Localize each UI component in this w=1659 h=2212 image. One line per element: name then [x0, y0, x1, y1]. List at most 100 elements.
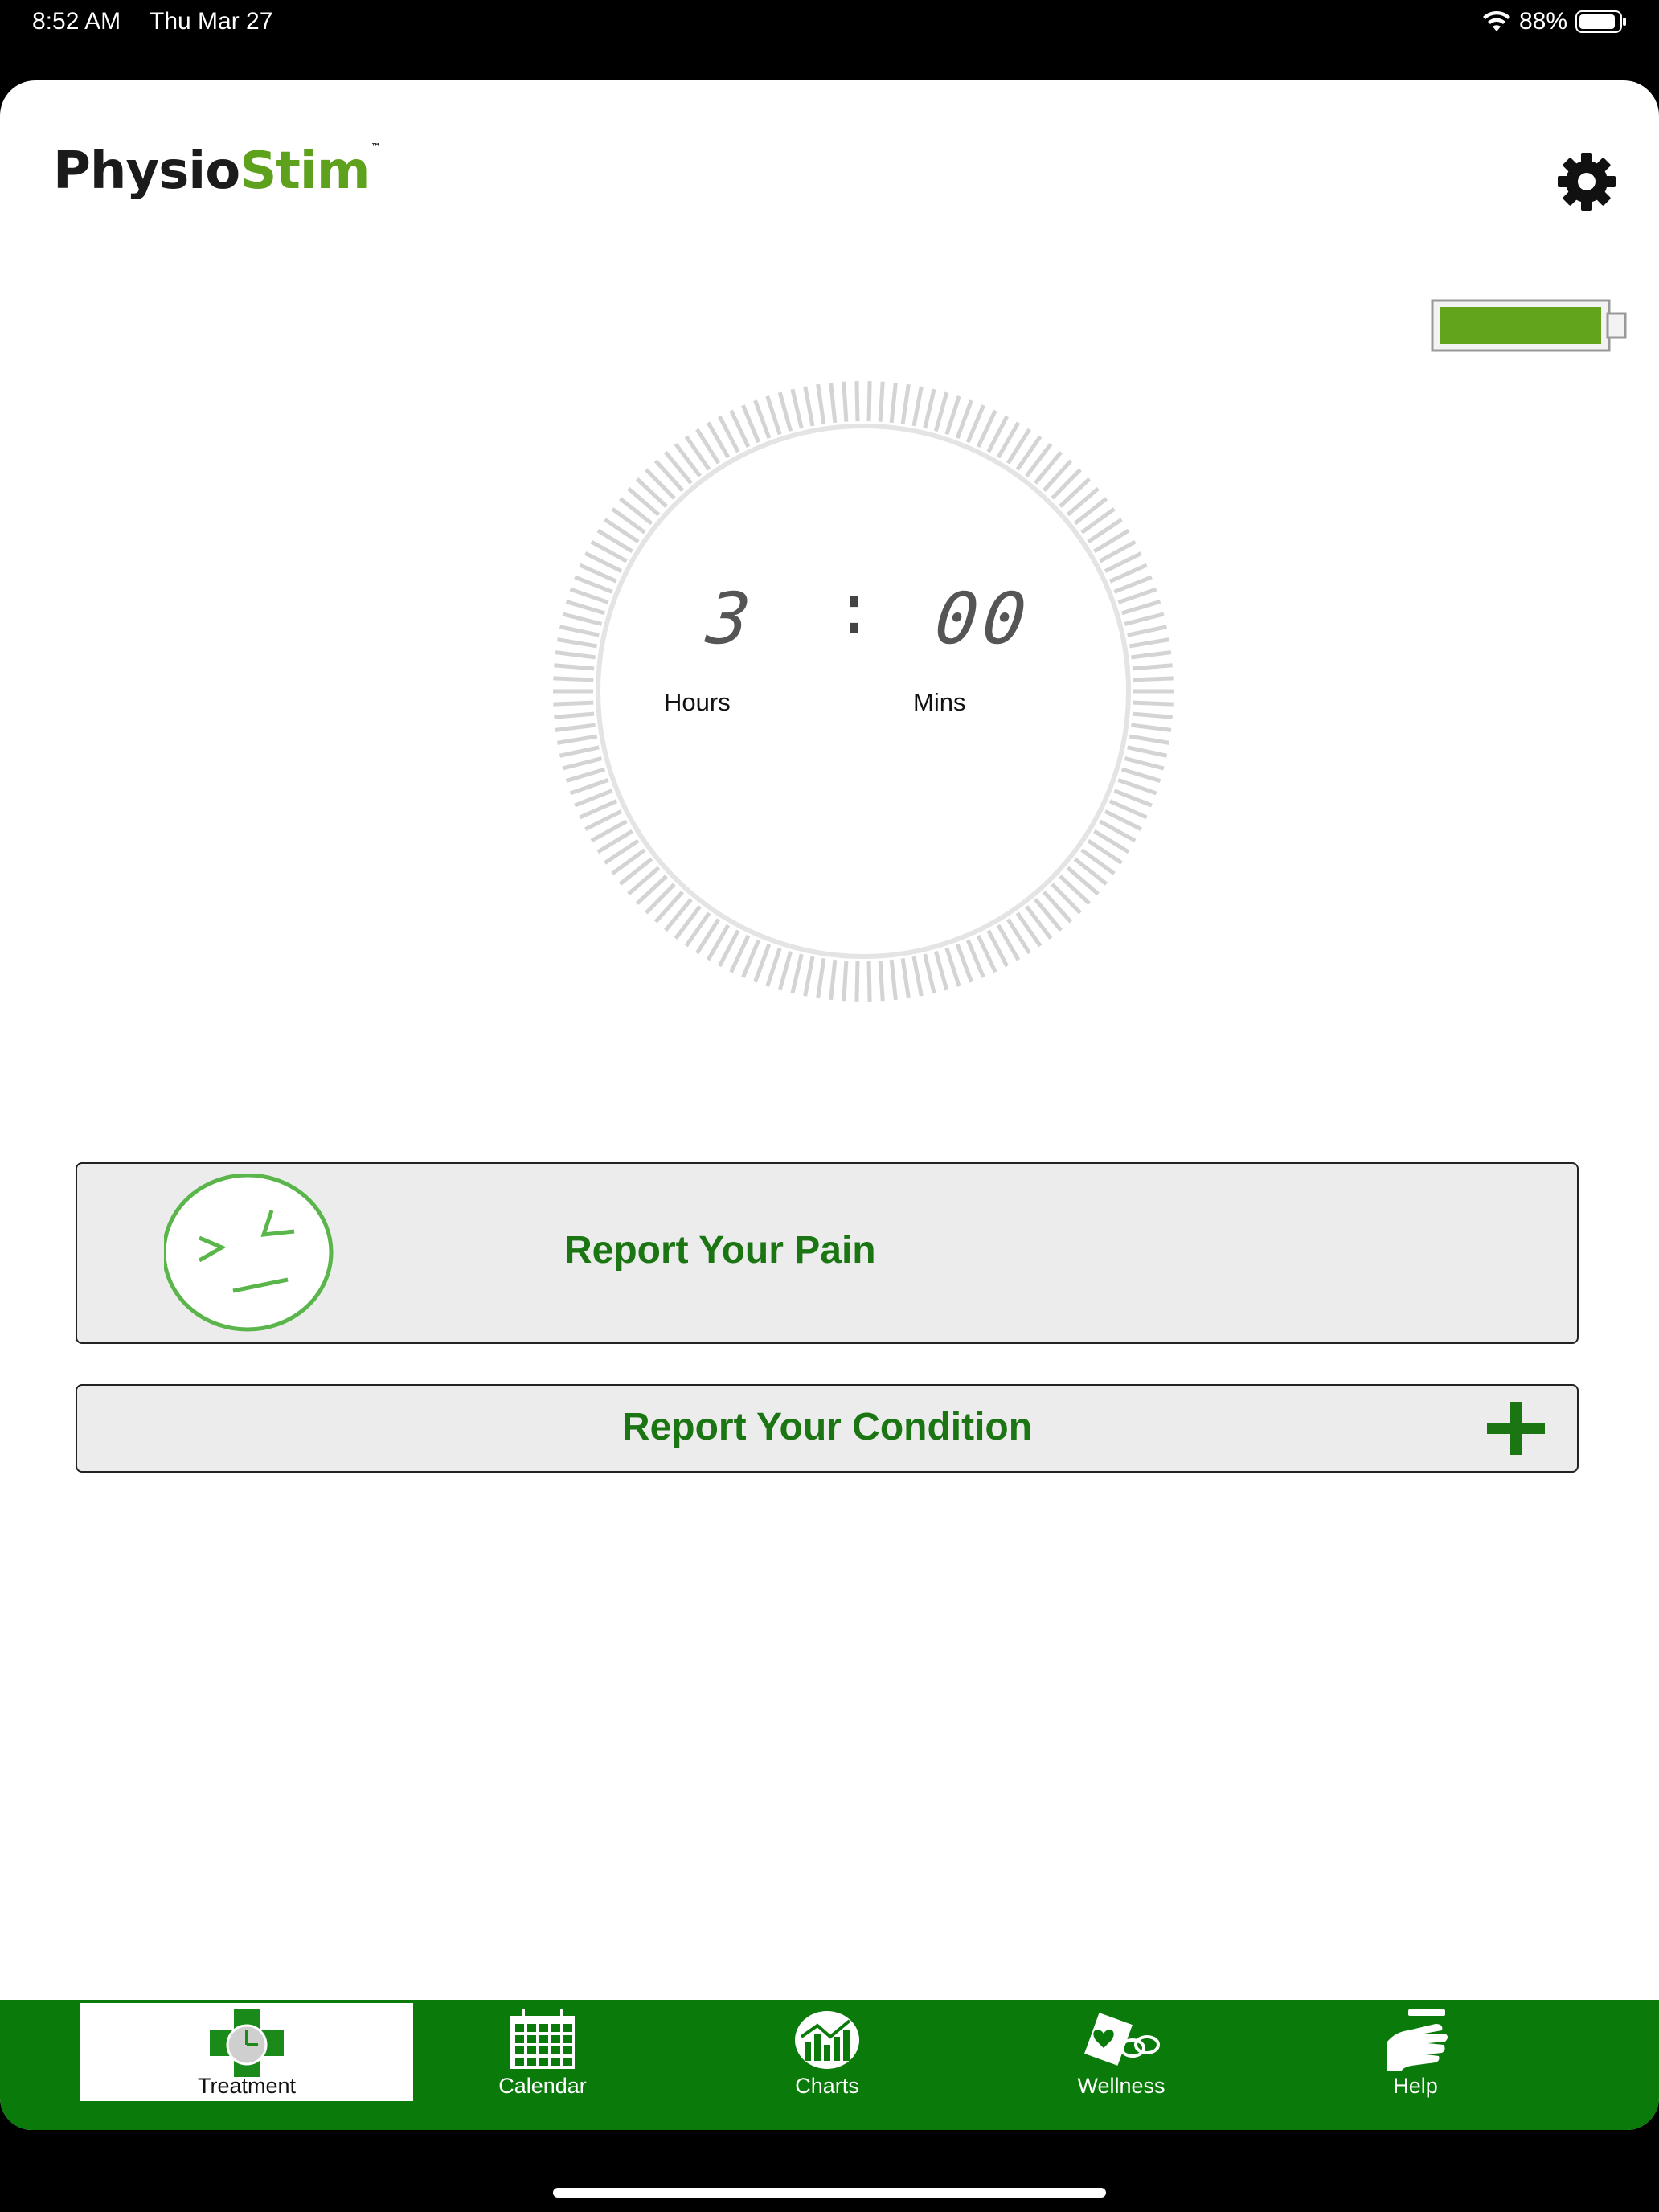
tab-charts[interactable]: Charts	[735, 2003, 920, 2101]
app-screen: PhysioStim ™ 3 : 00 Hours Mins Report Yo…	[0, 80, 1659, 2130]
dial-tick	[803, 386, 815, 427]
dial-tick	[889, 959, 898, 1001]
dial-tick	[1129, 637, 1170, 649]
dial-tick	[829, 959, 838, 1001]
dial-tick	[944, 395, 961, 436]
dial-tick	[866, 961, 872, 1002]
dial-tick	[1132, 711, 1173, 719]
tab-wellness-label: Wellness	[1077, 2074, 1165, 2098]
dial-tick	[1120, 600, 1161, 616]
dial-tick	[553, 676, 594, 682]
dial-tick	[816, 383, 826, 424]
physiostim-logo: PhysioStim ™	[53, 141, 381, 201]
dial-tick	[1124, 756, 1165, 771]
status-battery-percent: 88%	[1518, 8, 1567, 35]
dial-tick	[923, 953, 936, 994]
dial-tick	[1113, 789, 1153, 808]
dial-tick	[1127, 745, 1168, 758]
dial-tick	[554, 663, 595, 671]
dial-tick	[565, 767, 606, 783]
dial-tick	[1133, 676, 1174, 682]
device-battery-indicator	[1431, 299, 1627, 352]
dial-tick	[955, 399, 973, 439]
dial-tick	[1117, 778, 1157, 796]
dial-tick	[562, 756, 603, 771]
dial-tick	[1132, 663, 1173, 671]
dial-tick	[842, 961, 849, 1002]
dial-tick	[565, 600, 606, 616]
timer-separator: :	[833, 567, 880, 650]
tab-wellness[interactable]: Wellness	[1029, 2003, 1214, 2101]
dial-tick	[765, 395, 782, 436]
dial-tick	[556, 637, 598, 649]
dial-tick	[842, 381, 849, 422]
tab-treatment-label: Treatment	[197, 2074, 297, 2098]
timer-hours-display: 3	[703, 577, 760, 660]
dial-tick	[1131, 650, 1172, 660]
home-indicator[interactable]	[553, 2188, 1106, 2198]
dial-tick	[803, 956, 815, 997]
settings-gear-icon[interactable]	[1555, 150, 1619, 214]
dial-tick	[555, 650, 596, 660]
logo-text-physio: Physio	[53, 141, 240, 201]
hours-label: Hours	[664, 688, 731, 716]
dial-tick	[923, 388, 936, 429]
dial-tick	[955, 944, 973, 983]
dial-tick	[1124, 612, 1165, 626]
logo-trademark: ™	[371, 141, 381, 153]
dial-tick	[1127, 625, 1168, 637]
dial-tick	[555, 723, 596, 732]
dial-tick	[889, 382, 898, 424]
dial-tick	[816, 958, 826, 999]
bottom-tab-bar: Treatment Calendar Charts Wellness Help	[0, 2000, 1659, 2130]
tab-help[interactable]: Help	[1323, 2003, 1508, 2101]
dial-tick	[569, 587, 609, 604]
dial-tick	[753, 944, 772, 983]
status-battery-icon	[1575, 10, 1626, 33]
dial-tick	[765, 947, 782, 987]
dial-tick	[1117, 587, 1157, 604]
dial-tick	[933, 950, 949, 991]
dial-tick	[790, 953, 804, 994]
report-pain-button[interactable]: Report Your Pain	[76, 1162, 1579, 1344]
dial-tick	[569, 778, 609, 796]
dial-tick	[911, 386, 924, 427]
report-pain-label: Report Your Pain	[564, 1229, 876, 1272]
logo-text-stim: Stim	[240, 141, 370, 201]
help-hand-icon	[1387, 2009, 1448, 2071]
wellness-icon	[1084, 2013, 1160, 2066]
report-condition-button[interactable]: Report Your Condition	[76, 1384, 1579, 1473]
report-condition-label: Report Your Condition	[621, 1406, 1033, 1448]
dial-tick	[1120, 767, 1161, 783]
tab-charts-label: Charts	[795, 2074, 859, 2098]
tab-calendar-label: Calendar	[498, 2074, 587, 2098]
dial-tick	[933, 391, 949, 432]
dial-tick	[911, 956, 924, 997]
dial-tick	[866, 381, 872, 422]
status-bar: 8:52 AM Thu Mar 27 88%	[0, 0, 1659, 80]
dial-tick	[574, 789, 613, 808]
status-right: 88%	[1482, 8, 1627, 35]
charts-icon	[795, 2011, 859, 2069]
dial-tick	[900, 958, 911, 999]
plus-icon	[1487, 1402, 1545, 1455]
dial-tick	[854, 961, 860, 1002]
wifi-icon	[1482, 10, 1510, 31]
dial-tick	[554, 711, 595, 719]
tab-treatment[interactable]: Treatment	[80, 2003, 413, 2101]
dial-tick	[777, 391, 793, 432]
dial-tick	[553, 700, 594, 707]
tab-calendar[interactable]: Calendar	[450, 2003, 635, 2101]
dial-tick	[829, 382, 838, 424]
dial-tick	[1131, 723, 1172, 732]
minutes-label: Mins	[913, 688, 966, 716]
dial-tick	[556, 734, 598, 745]
dial-tick	[790, 388, 804, 429]
dial-tick	[559, 625, 600, 637]
timer-dial[interactable]	[551, 379, 1175, 1003]
dial-tick	[878, 381, 885, 422]
dial-tick	[562, 612, 603, 626]
calendar-icon	[510, 2009, 575, 2069]
dial-tick	[878, 961, 885, 1002]
timer-minutes-display: 00	[931, 577, 1035, 660]
